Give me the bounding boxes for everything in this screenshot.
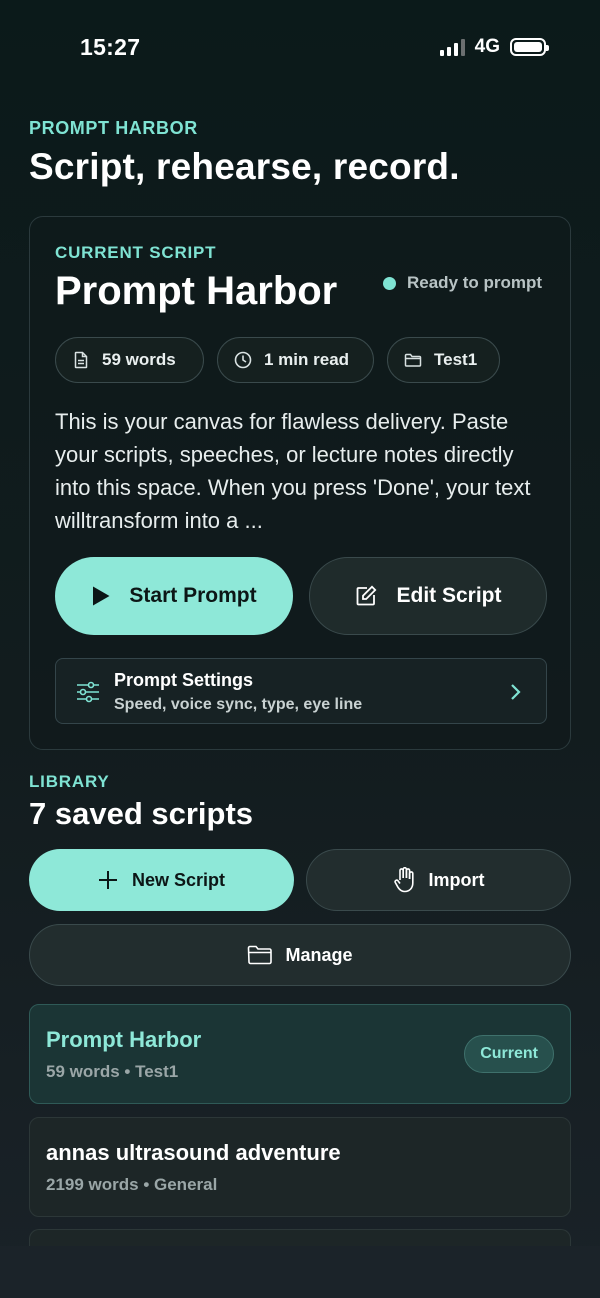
word-count-label: 59 words	[102, 350, 176, 369]
manage-label: Manage	[285, 944, 353, 965]
battery-icon	[510, 38, 549, 56]
page-title: Script, rehearse, record.	[29, 146, 460, 187]
folder-icon	[248, 945, 273, 965]
clock-icon	[234, 351, 252, 369]
prompt-settings-title: Prompt Settings	[114, 670, 254, 690]
script-list-item[interactable]: annas ultrasound adventure 2199 words • …	[29, 1117, 571, 1217]
plus-icon	[98, 871, 117, 889]
script-item-meta: 59 words • Test1	[46, 1062, 179, 1081]
edit-icon	[357, 585, 377, 606]
read-time-label: 1 min read	[264, 350, 350, 369]
document-icon	[74, 351, 88, 369]
hand-icon	[393, 867, 414, 893]
import-button[interactable]: Import	[306, 849, 571, 911]
library-title: 7 saved scripts	[29, 796, 254, 831]
prompt-settings-row[interactable]: Prompt Settings Speed, voice sync, type,…	[55, 658, 547, 724]
status-bar: 15:27 4G	[0, 0, 600, 96]
app-kicker: PROMPT HARBOR	[29, 118, 198, 138]
import-label: Import	[428, 869, 485, 890]
script-item-title: Prompt Harbor	[46, 1027, 202, 1052]
library-kicker: LIBRARY	[29, 772, 110, 791]
current-script-title: Prompt Harbor	[55, 269, 338, 313]
script-preview: This is your canvas for flawless deliver…	[55, 409, 531, 533]
bottom-bar-background	[0, 1246, 600, 1298]
signal-icon	[439, 38, 465, 56]
status-time: 15:27	[80, 34, 141, 60]
current-script-card: CURRENT SCRIPT Prompt Harbor Ready to pr…	[29, 216, 571, 750]
new-script-button[interactable]: New Script	[29, 849, 294, 911]
word-count-chip: 59 words	[55, 337, 204, 383]
sliders-icon	[77, 681, 99, 703]
start-prompt-button[interactable]: Start Prompt	[55, 557, 293, 635]
folder-chip: Test1	[387, 337, 500, 383]
edit-script-label: Edit Script	[396, 584, 502, 607]
ready-status-label: Ready to prompt	[407, 273, 543, 292]
chevron-right-icon	[511, 684, 521, 700]
play-icon	[93, 586, 110, 606]
new-script-label: New Script	[131, 869, 226, 890]
ready-status: Ready to prompt	[383, 273, 542, 293]
status-indicators: 4G	[439, 36, 549, 58]
edit-script-button[interactable]: Edit Script	[309, 557, 547, 635]
folder-label: Test1	[434, 350, 478, 369]
prompt-settings-subtitle: Speed, voice sync, type, eye line	[114, 696, 363, 713]
start-prompt-label: Start Prompt	[129, 584, 257, 607]
status-dot-icon	[383, 276, 396, 290]
network-label: 4G	[474, 36, 500, 57]
script-list-item[interactable]: Prompt Harbor 59 words • Test1 Current	[29, 1004, 571, 1104]
script-item-title: annas ultrasound adventure	[46, 1140, 341, 1165]
current-script-kicker: CURRENT SCRIPT	[55, 243, 217, 262]
folder-icon	[404, 353, 422, 367]
script-item-meta: 2199 words • General	[46, 1175, 218, 1194]
current-badge: Current	[464, 1035, 554, 1073]
read-time-chip: 1 min read	[217, 337, 374, 383]
manage-button[interactable]: Manage	[29, 924, 571, 986]
